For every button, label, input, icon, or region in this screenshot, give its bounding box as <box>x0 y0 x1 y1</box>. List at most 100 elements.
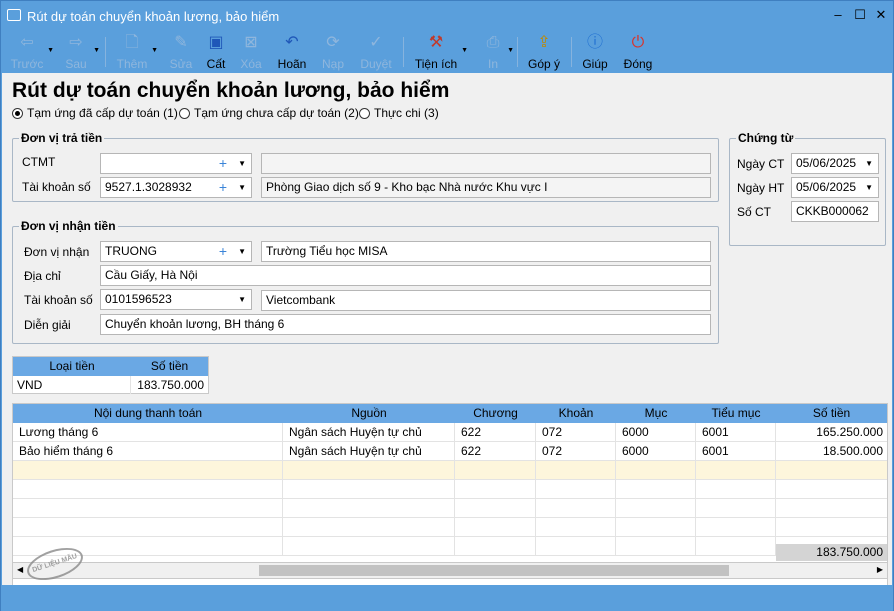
section-cell[interactable]: 072 <box>536 423 616 442</box>
radio-icon[interactable] <box>359 107 370 119</box>
delete-button[interactable]: ⊠ Xóa <box>235 33 267 71</box>
column-header[interactable]: Nội dung thanh toán <box>13 404 283 423</box>
help-button[interactable]: ⓘ Giúp <box>579 33 611 71</box>
receiver-unit-combo[interactable]: TRUONG + ▼ <box>100 241 252 262</box>
empty-row[interactable] <box>13 499 887 518</box>
chevron-down-icon[interactable]: ▼ <box>93 47 100 54</box>
toolbar-separator <box>403 37 404 67</box>
source-cell[interactable]: Ngân sách Huyện tự chủ <box>283 423 455 442</box>
chevron-down-icon[interactable]: ▼ <box>151 47 158 54</box>
payer-account-combo[interactable]: 9527.1.3028932 + ▼ <box>100 177 252 198</box>
maximize-icon[interactable]: ☐ <box>853 8 867 22</box>
ctmt-combo[interactable]: + ▼ <box>100 153 252 174</box>
defer-button[interactable]: ↶ Hoãn <box>275 33 309 71</box>
column-header[interactable]: Mục <box>616 404 696 423</box>
option-actual-spending[interactable]: Thực chi (3) <box>359 106 439 120</box>
chevron-down-icon[interactable]: ▼ <box>461 47 468 54</box>
column-header[interactable]: Loại tiền <box>13 357 131 376</box>
chevron-down-icon[interactable]: ▼ <box>865 154 873 173</box>
chapter-cell[interactable]: 622 <box>455 442 536 461</box>
toolbar-separator <box>517 37 518 67</box>
scroll-right-icon[interactable]: ▶ <box>877 565 883 574</box>
chapter-cell[interactable]: 622 <box>455 423 536 442</box>
amount-cell[interactable] <box>776 461 887 480</box>
empty-row[interactable] <box>13 480 887 499</box>
section-cell[interactable]: 072 <box>536 442 616 461</box>
option-advance-allocated[interactable]: Tạm ứng đã cấp dự toán (1) <box>12 106 178 120</box>
option-advance-unallocated[interactable]: Tạm ứng chưa cấp dự toán (2) <box>179 106 359 120</box>
utilities-button[interactable]: ⚒ Tiện ích ▼ <box>413 33 468 71</box>
chevron-down-icon[interactable]: ▼ <box>507 47 514 54</box>
table-row[interactable]: Lương tháng 6 Ngân sách Huyện tự chủ 622… <box>13 423 887 442</box>
amount-cell[interactable]: 183.750.000 <box>131 376 208 394</box>
description-field[interactable]: Chuyển khoản lương, BH tháng 6 <box>100 314 711 335</box>
reload-button[interactable]: ⟳ Nạp <box>317 33 349 71</box>
column-header[interactable]: Số tiền <box>131 357 208 376</box>
prev-button[interactable]: ⇦ Trước ▼ <box>9 33 54 71</box>
column-header[interactable]: Số tiền <box>776 404 887 423</box>
item-cell[interactable] <box>616 461 696 480</box>
feedback-button[interactable]: ⇪ Góp ý <box>525 33 563 71</box>
chapter-cell[interactable] <box>455 461 536 480</box>
source-cell[interactable] <box>283 461 455 480</box>
table-row[interactable]: Bảo hiểm tháng 6 Ngân sách Huyện tự chủ … <box>13 442 887 461</box>
subitem-cell[interactable]: 6001 <box>696 423 776 442</box>
date-ct-picker[interactable]: 05/06/2025 ▼ <box>791 153 879 174</box>
content-cell[interactable]: Lương tháng 6 <box>13 423 283 442</box>
receiver-unit-name-field[interactable]: Trường Tiểu học MISA <box>261 241 711 262</box>
horizontal-scrollbar[interactable]: ◀ ▶ <box>12 562 888 579</box>
column-header[interactable]: Nguồn <box>283 404 455 423</box>
column-header[interactable]: Chương <box>455 404 536 423</box>
next-button[interactable]: ⇨ Sau ▼ <box>61 33 100 71</box>
add-icon[interactable]: + <box>219 154 227 173</box>
minimize-icon[interactable]: – <box>831 8 845 22</box>
scrollbar-thumb[interactable] <box>259 565 729 576</box>
radio-icon[interactable] <box>179 107 190 119</box>
print-button[interactable]: ⎙ In ▼ <box>481 33 514 71</box>
receiver-account-label: Tài khoản số <box>24 293 93 307</box>
address-field[interactable]: Cầu Giấy, Hà Nội <box>100 265 711 286</box>
bank-name-field[interactable]: Vietcombank <box>261 290 711 311</box>
item-cell[interactable]: 6000 <box>616 442 696 461</box>
amount-cell[interactable]: 18.500.000 <box>776 442 887 461</box>
subitem-cell[interactable]: 6001 <box>696 442 776 461</box>
content-cell[interactable] <box>13 461 283 480</box>
content-cell[interactable]: Bảo hiểm tháng 6 <box>13 442 283 461</box>
subitem-cell[interactable] <box>696 461 776 480</box>
chevron-down-icon[interactable]: ▼ <box>865 178 873 197</box>
empty-row[interactable] <box>13 537 887 556</box>
add-icon[interactable]: + <box>219 242 227 261</box>
amount-cell[interactable]: 165.250.000 <box>776 423 887 442</box>
date-ht-label: Ngày HT <box>737 181 785 195</box>
close-icon[interactable]: ✕ <box>874 8 888 22</box>
edit-button[interactable]: ✎ Sửa <box>167 33 195 71</box>
chevron-down-icon[interactable]: ▼ <box>238 242 246 261</box>
voucher-no-field[interactable]: CKKB000062 <box>791 201 879 222</box>
empty-cell <box>13 480 283 499</box>
table-row[interactable]: VND 183.750.000 <box>13 376 208 394</box>
add-icon[interactable]: + <box>219 178 227 197</box>
source-cell[interactable]: Ngân sách Huyện tự chủ <box>283 442 455 461</box>
section-cell[interactable] <box>536 461 616 480</box>
voucher-legend: Chứng từ <box>736 131 796 145</box>
column-header[interactable]: Tiểu mục <box>696 404 776 423</box>
chevron-down-icon[interactable]: ▼ <box>238 290 246 309</box>
receiver-account-combo[interactable]: 0101596523 ▼ <box>100 289 252 310</box>
scroll-left-icon[interactable]: ◀ <box>17 565 23 574</box>
chevron-down-icon[interactable]: ▼ <box>238 154 246 173</box>
empty-cell <box>536 518 616 537</box>
close-button[interactable]: ⏻ Đóng <box>621 33 655 71</box>
currency-cell[interactable]: VND <box>13 376 131 394</box>
new-row[interactable] <box>13 461 887 480</box>
radio-selected-icon[interactable] <box>12 107 23 119</box>
approve-button[interactable]: ✓ Duyệt <box>357 33 395 71</box>
chevron-down-icon[interactable]: ▼ <box>47 47 54 54</box>
item-cell[interactable]: 6000 <box>616 423 696 442</box>
chevron-down-icon[interactable]: ▼ <box>238 178 246 197</box>
add-button[interactable]: 🗋 Thêm ▼ <box>115 33 158 71</box>
column-header[interactable]: Khoản <box>536 404 616 423</box>
date-ht-picker[interactable]: 05/06/2025 ▼ <box>791 177 879 198</box>
save-button[interactable]: ▣ Cất <box>201 33 231 71</box>
add-document-icon: 🗋 <box>125 34 139 51</box>
empty-row[interactable] <box>13 518 887 537</box>
